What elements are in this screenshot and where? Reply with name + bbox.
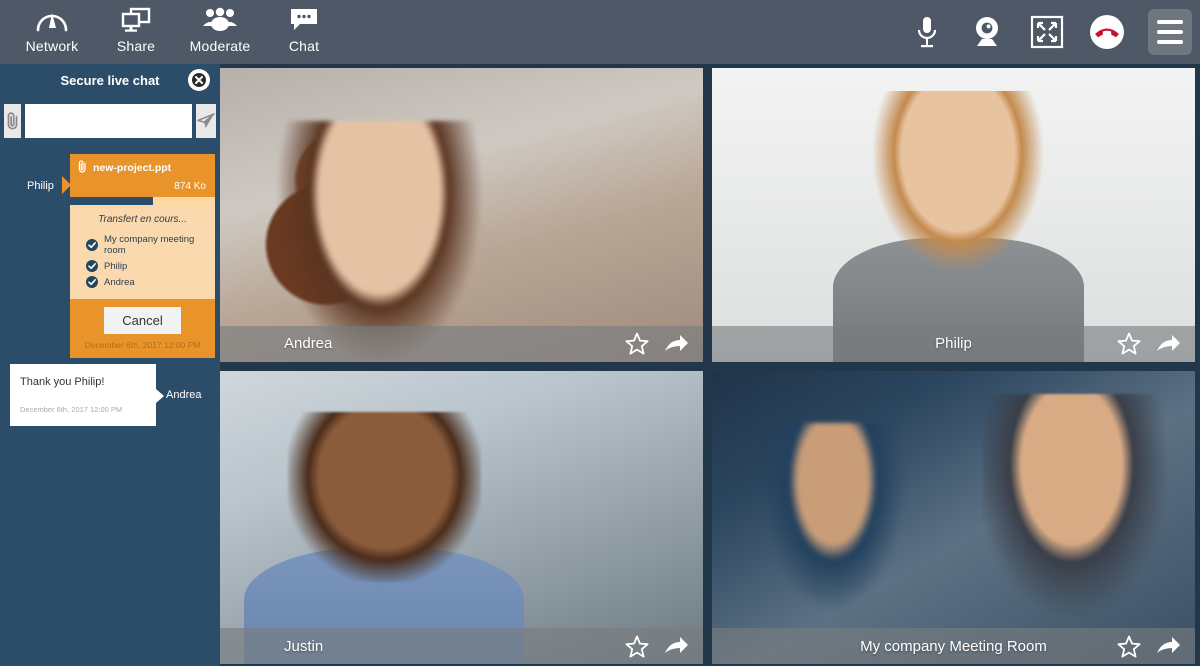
file-transfer-timestamp: December 6th, 2017 12:00 PM bbox=[84, 340, 201, 350]
forward-arrow-icon[interactable] bbox=[1155, 333, 1181, 355]
video-tile-namebar: Justin bbox=[220, 628, 703, 664]
recipient-list: My company meeting room Philip Andrea bbox=[70, 234, 215, 288]
send-plane-icon[interactable] bbox=[196, 104, 216, 138]
participant-name: My company Meeting Room bbox=[860, 637, 1047, 655]
file-transfer-header: new-project.ppt 874 Ko bbox=[70, 154, 215, 197]
message-bubble: Thank you Philip! December 6th, 2017 12:… bbox=[10, 364, 156, 426]
toolbar-left-group: Network Share Moderate Chat bbox=[0, 0, 346, 64]
video-tile-actions bbox=[1117, 332, 1181, 355]
video-grid: Andrea Philip Justin My company Meeting … bbox=[220, 64, 1200, 666]
forward-arrow-icon[interactable] bbox=[663, 635, 689, 657]
chat-bubble-icon bbox=[289, 5, 319, 35]
paperclip-small-icon bbox=[77, 160, 88, 176]
video-tile-andrea[interactable]: Andrea bbox=[220, 68, 703, 362]
webcam-icon[interactable] bbox=[964, 9, 1010, 55]
forward-arrow-icon[interactable] bbox=[663, 333, 689, 355]
close-icon[interactable] bbox=[188, 69, 210, 91]
video-tile-namebar: Philip bbox=[712, 325, 1195, 362]
top-toolbar: Network Share Moderate Chat bbox=[0, 0, 1200, 64]
screen-share-icon bbox=[120, 5, 152, 35]
chat-message: Thank you Philip! December 6th, 2017 12:… bbox=[0, 364, 220, 434]
recipient-item: Andrea bbox=[86, 276, 215, 288]
network-gauge-icon bbox=[35, 5, 69, 35]
video-tile-namebar: Andrea bbox=[220, 325, 703, 362]
check-circle-icon bbox=[86, 239, 98, 251]
message-text: Thank you Philip! bbox=[20, 376, 105, 388]
file-name: new-project.ppt bbox=[93, 162, 172, 174]
participant-name: Justin bbox=[284, 637, 324, 655]
paperclip-icon[interactable] bbox=[4, 104, 21, 138]
hangup-icon[interactable] bbox=[1084, 9, 1130, 55]
video-tile-namebar: My company Meeting Room bbox=[712, 628, 1195, 664]
video-tile-meeting-room[interactable]: My company Meeting Room bbox=[712, 370, 1195, 664]
toolbar-label-moderate: Moderate bbox=[189, 38, 251, 54]
file-transfer-message: Philip new-project.ppt 874 Ko Transfert … bbox=[0, 154, 220, 358]
menu-bar-2 bbox=[1157, 30, 1183, 34]
file-transfer-footer: Cancel December 6th, 2017 12:00 PM bbox=[70, 299, 215, 358]
recipient-item: Philip bbox=[86, 260, 215, 272]
recipient-name: Philip bbox=[104, 260, 128, 272]
participant-video-feed bbox=[220, 68, 703, 362]
video-tile-justin[interactable]: Justin bbox=[220, 370, 703, 664]
participant-video-feed bbox=[220, 370, 703, 664]
file-name-row: new-project.ppt bbox=[77, 160, 208, 176]
video-tile-actions bbox=[625, 635, 689, 658]
video-tile-actions bbox=[1117, 635, 1181, 658]
bubble-pointer bbox=[62, 176, 71, 194]
video-tile-actions bbox=[625, 332, 689, 355]
menu-bar-3 bbox=[1157, 40, 1183, 44]
star-icon[interactable] bbox=[1117, 332, 1141, 355]
star-icon[interactable] bbox=[1117, 635, 1141, 658]
toolbar-label-share: Share bbox=[116, 38, 156, 54]
chat-title: Secure live chat bbox=[60, 72, 160, 88]
transfer-progress-bar bbox=[70, 197, 215, 205]
message-sender: Andrea bbox=[166, 389, 202, 401]
check-circle-icon bbox=[86, 260, 98, 272]
participant-video-feed bbox=[712, 370, 1195, 664]
chat-sidebar: Secure live chat Philip new-project.ppt … bbox=[0, 64, 220, 666]
forward-arrow-icon[interactable] bbox=[1155, 635, 1181, 657]
file-transfer-card: new-project.ppt 874 Ko Transfert en cour… bbox=[70, 154, 215, 358]
menu-icon[interactable] bbox=[1148, 9, 1192, 55]
participant-name: Philip bbox=[935, 335, 972, 352]
toolbar-button-network[interactable]: Network bbox=[10, 0, 94, 64]
participant-name: Andrea bbox=[284, 335, 333, 352]
progress-fill bbox=[70, 197, 153, 205]
recipient-item: My company meeting room bbox=[86, 234, 215, 256]
bubble-pointer bbox=[156, 389, 164, 403]
cancel-button[interactable]: Cancel bbox=[104, 307, 181, 334]
app-root: Network Share Moderate Chat Secure live … bbox=[0, 0, 1200, 666]
star-icon[interactable] bbox=[625, 332, 649, 355]
message-timestamp: December 6th, 2017 12:00 PM bbox=[20, 405, 123, 414]
check-circle-icon bbox=[86, 276, 98, 288]
toolbar-button-chat[interactable]: Chat bbox=[262, 0, 346, 64]
chat-header: Secure live chat bbox=[0, 64, 220, 96]
fullscreen-icon[interactable] bbox=[1024, 9, 1070, 55]
star-icon[interactable] bbox=[625, 635, 649, 658]
toolbar-label-chat: Chat bbox=[288, 38, 320, 54]
chat-compose-row bbox=[0, 104, 220, 138]
toolbar-button-share[interactable]: Share bbox=[94, 0, 178, 64]
recipient-name: Andrea bbox=[104, 276, 135, 288]
file-size: 874 Ko bbox=[174, 181, 206, 192]
video-tile-philip[interactable]: Philip bbox=[712, 68, 1195, 362]
file-transfer-body: Transfert en cours... My company meeting… bbox=[70, 205, 215, 299]
file-transfer-sender: Philip bbox=[27, 180, 54, 192]
recipient-name: My company meeting room bbox=[104, 234, 195, 256]
toolbar-button-moderate[interactable]: Moderate bbox=[178, 0, 262, 64]
microphone-icon[interactable] bbox=[904, 9, 950, 55]
toolbar-label-network: Network bbox=[25, 38, 79, 54]
transfer-status: Transfert en cours... bbox=[98, 214, 187, 225]
chat-input[interactable] bbox=[25, 104, 192, 138]
menu-bar-1 bbox=[1157, 20, 1183, 24]
toolbar-right-group bbox=[904, 0, 1200, 64]
people-group-icon bbox=[202, 5, 238, 35]
participant-video-feed bbox=[712, 68, 1195, 362]
